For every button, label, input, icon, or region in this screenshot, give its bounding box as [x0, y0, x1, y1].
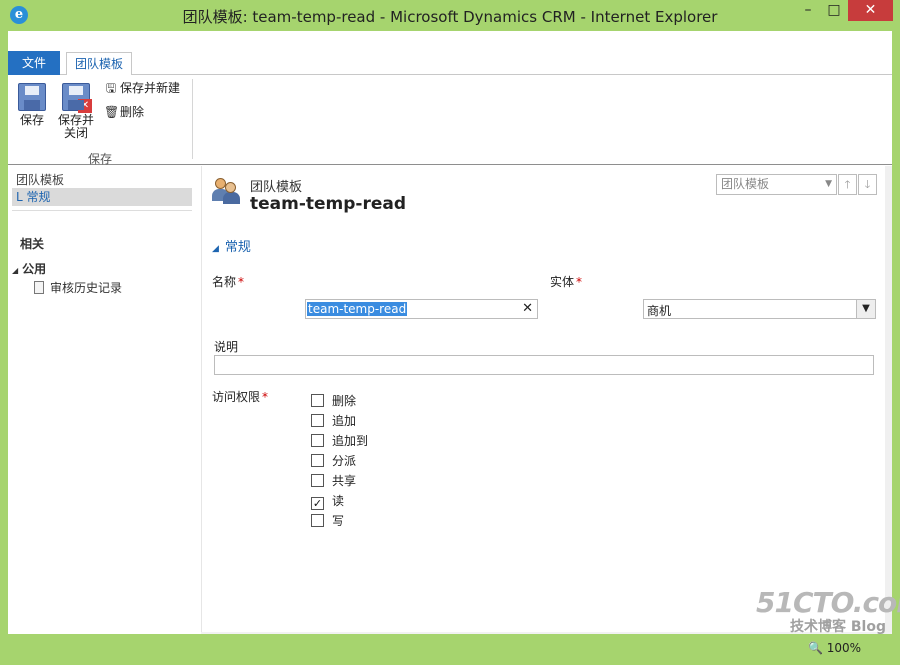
- nav-item-audit-history[interactable]: 审核历史记录: [34, 279, 122, 296]
- save-and-close-button[interactable]: ✕ 保存并 关闭: [54, 83, 98, 140]
- form-navigation: 团队模板 L 常规 相关 ◢ 公用 审核历史记录: [8, 166, 200, 657]
- nav-related-heading: 相关: [20, 237, 45, 251]
- permission-checkbox[interactable]: [311, 394, 324, 407]
- collapse-triangle-icon: ◢: [212, 244, 219, 254]
- nav-audit-label: 审核历史记录: [50, 281, 123, 295]
- nav-group-common[interactable]: ◢ 公用: [12, 260, 46, 277]
- ribbon: 保存 ✕ 保存并 关闭 🖫 保存并新建 🗑删除 保存: [8, 75, 892, 166]
- entity-type-label: 团队模板: [250, 180, 303, 195]
- permission-label: 追加到: [332, 434, 369, 448]
- window-title: 团队模板: team-temp-read - Microsoft Dynamic…: [182, 8, 718, 26]
- access-rights-label-text: 访问权限: [212, 390, 261, 404]
- name-label-text: 名称: [212, 275, 237, 289]
- permission-checkbox[interactable]: [311, 434, 324, 447]
- record-title: team-temp-read: [250, 194, 407, 214]
- nav-entity-title: 团队模板: [16, 173, 65, 187]
- record-nav-select-value: 团队模板: [721, 177, 770, 191]
- permission-label: 删除: [332, 394, 357, 408]
- permission-row[interactable]: ✓ 读: [311, 492, 344, 510]
- required-marker: *: [576, 275, 583, 289]
- permission-checkbox[interactable]: [311, 454, 324, 467]
- crm-form-window: 文件 团队模板 保存 ✕ 保存并 关闭 🖫保存并新建 🗑删除 保存 团队模板: [8, 31, 892, 657]
- next-record-button[interactable]: 🡓: [858, 174, 877, 195]
- previous-record-button[interactable]: 🡑: [838, 174, 857, 195]
- entity-select[interactable]: 商机 ▼: [643, 299, 876, 319]
- watermark-logo: 51CTO.com 技术博客 Blog: [756, 586, 900, 648]
- close-button[interactable]: ✕: [848, 0, 893, 21]
- maximize-button[interactable]: □: [821, 0, 847, 21]
- save-close-label-line2: 关闭: [63, 126, 88, 140]
- save-disk-icon: [18, 83, 46, 111]
- tab-file[interactable]: 文件: [8, 51, 60, 75]
- save-button-label: 保存: [19, 113, 44, 127]
- ribbon-group-separator: [192, 79, 193, 159]
- permission-label: 共享: [332, 474, 357, 488]
- permission-label: 读: [332, 494, 345, 508]
- permission-checkbox[interactable]: ✓: [311, 497, 324, 510]
- clear-icon[interactable]: ✕: [522, 301, 533, 316]
- ribbon-tabs: 文件 团队模板: [8, 51, 892, 76]
- tab-team-template[interactable]: 团队模板: [66, 52, 132, 76]
- save-and-new-button[interactable]: 🖫 保存并新建: [104, 79, 180, 97]
- save-new-icon: 🖫: [105, 81, 117, 95]
- watermark-line2: 技术博客 Blog: [790, 619, 886, 635]
- description-label: 说明: [214, 340, 239, 354]
- audit-document-icon: [34, 281, 44, 294]
- record-nav-select[interactable]: 团队模板 ▼: [716, 174, 837, 195]
- watermark-line1: 51CTO.com: [756, 586, 900, 619]
- title-bar[interactable]: e 团队模板: team-temp-read - Microsoft Dynam…: [0, 0, 900, 30]
- chevron-down-icon: ▼: [825, 179, 832, 189]
- minimize-button[interactable]: –: [795, 0, 821, 21]
- permission-label: 追加: [332, 414, 357, 428]
- save-close-icon: ✕: [62, 83, 92, 113]
- nav-divider: [12, 210, 192, 211]
- permission-row[interactable]: 共享: [311, 472, 356, 490]
- entity-label-text: 实体: [550, 275, 575, 289]
- browser-window: e 团队模板: team-temp-read - Microsoft Dynam…: [0, 0, 900, 665]
- name-label: 名称 *: [212, 273, 244, 290]
- trash-icon: 🗑: [104, 105, 120, 119]
- entity-label: 实体 *: [550, 273, 582, 290]
- section-general-header[interactable]: ◢ 常规: [212, 236, 251, 255]
- delete-label: 删除: [120, 105, 145, 119]
- entity-select-value: 商机: [647, 304, 672, 318]
- team-icon: [212, 178, 240, 204]
- form-body: 团队模板 team-temp-read 团队模板 ▼ 🡑 🡓 ◢ 常规 名称 * t…: [201, 166, 885, 632]
- permission-row[interactable]: 写: [311, 512, 344, 530]
- permission-row[interactable]: 分派: [311, 452, 356, 470]
- name-input-value: team-temp-read: [307, 302, 408, 316]
- ribbon-group-label: 保存: [87, 152, 112, 166]
- permission-checkbox[interactable]: [311, 414, 324, 427]
- permission-row[interactable]: 追加到: [311, 432, 368, 450]
- permission-row[interactable]: 追加: [311, 412, 356, 430]
- section-general-title: 常规: [224, 240, 251, 255]
- access-rights-label: 访问权限 *: [212, 388, 268, 405]
- permission-row[interactable]: 删除: [311, 392, 356, 410]
- expand-triangle-icon: ◢: [12, 266, 19, 275]
- save-button[interactable]: 保存: [14, 83, 50, 127]
- required-marker: *: [262, 390, 269, 404]
- description-input[interactable]: [214, 355, 874, 375]
- vertical-scrollbar[interactable]: [885, 166, 892, 632]
- permission-label: 分派: [332, 454, 357, 468]
- permission-label: 写: [332, 514, 345, 528]
- permission-checkbox[interactable]: [311, 474, 324, 487]
- save-new-label: 保存并新建: [120, 81, 181, 95]
- permission-checkbox[interactable]: [311, 514, 324, 527]
- name-input[interactable]: team-temp-read ✕: [305, 299, 538, 319]
- delete-button[interactable]: 🗑删除: [104, 103, 144, 121]
- chevron-down-icon[interactable]: ▼: [856, 300, 875, 318]
- required-marker: *: [238, 275, 245, 289]
- nav-common-label: 公用: [22, 262, 47, 276]
- nav-item-general[interactable]: L 常规: [12, 188, 192, 206]
